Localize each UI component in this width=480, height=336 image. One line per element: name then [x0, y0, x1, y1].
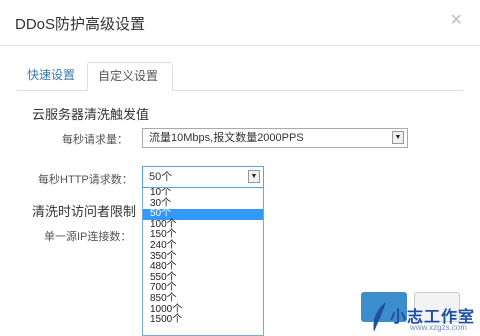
feather-icon: [373, 302, 386, 332]
watermark-url: www.xzgzs.com: [410, 323, 467, 332]
single-ip-connections-label: 单一源IP连接数：: [44, 231, 132, 243]
tab-custom-settings[interactable]: 自定义设置: [87, 62, 173, 91]
section-trigger-title: 云服务器清洗触发值: [32, 107, 150, 122]
per-second-http-value: 50个: [149, 171, 173, 183]
section-visitor-limit-title: 清洗时访问者限制: [32, 204, 137, 219]
dropdown-option[interactable]: 850个: [143, 293, 263, 305]
per-second-requests-value: 流量10Mbps,报文数量2000PPS: [149, 132, 304, 144]
chevron-down-icon: ▼: [248, 170, 260, 183]
dropdown-option[interactable]: 1500个: [143, 315, 263, 326]
per-second-requests-select[interactable]: 流量10Mbps,报文数量2000PPS ▼: [142, 128, 408, 148]
per-second-http-label: 每秒HTTP请求数：: [38, 174, 133, 186]
per-second-http-select[interactable]: 50个 ▼: [142, 166, 264, 188]
dialog-title: DDoS防护高级设置: [15, 16, 146, 33]
close-icon[interactable]: ×: [450, 10, 462, 30]
http-requests-dropdown-list: 10个 30个 50个 100个 150个 240个 350个 480个 550…: [142, 188, 264, 336]
ddos-settings-dialog: DDoS防护高级设置 × 快速设置 自定义设置 云服务器清洗触发值 每秒请求量：…: [0, 0, 480, 336]
dropdown-option[interactable]: 10个: [143, 188, 263, 199]
dropdown-option[interactable]: 240个: [143, 240, 263, 252]
watermark-logo: 小志工作室 www.xzgzs.com: [368, 300, 480, 336]
chevron-down-icon: ▼: [392, 131, 404, 144]
tab-quick-settings[interactable]: 快速设置: [17, 62, 85, 89]
dialog-header: DDoS防护高级设置 ×: [0, 0, 480, 46]
per-second-requests-label: 每秒请求量：: [62, 134, 128, 146]
tab-bar: 快速设置 自定义设置: [17, 62, 463, 91]
